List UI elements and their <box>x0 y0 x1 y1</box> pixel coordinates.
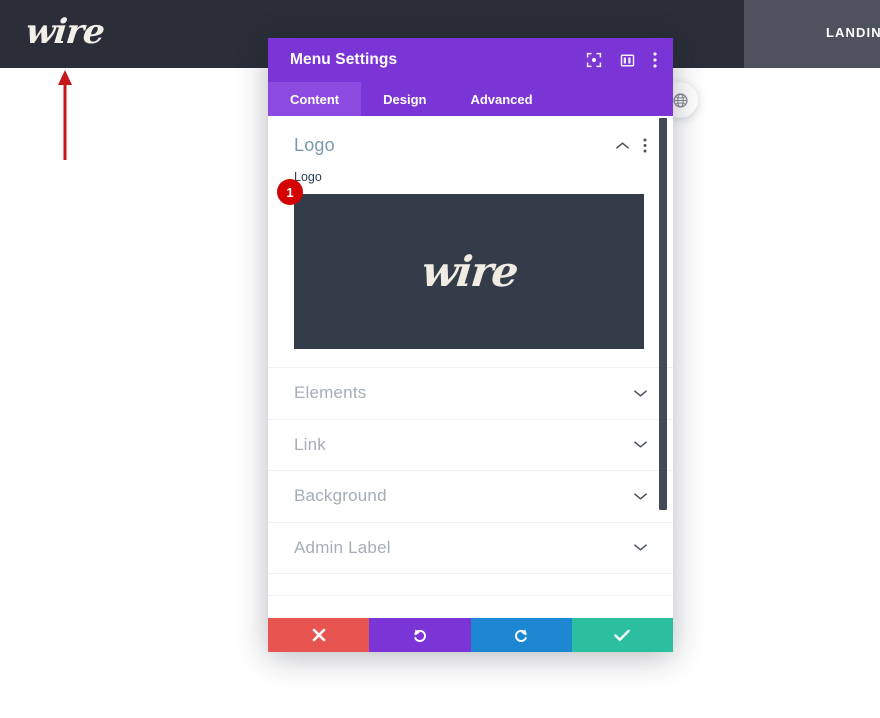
logo-preview-text: wire <box>418 247 520 296</box>
undo-button[interactable] <box>369 618 471 652</box>
section-admin-label[interactable]: Admin Label <box>268 523 673 574</box>
modal-titlebar: Menu Settings <box>268 38 673 82</box>
modal-title: Menu Settings <box>290 51 398 68</box>
section-logo-title: Logo <box>294 134 335 155</box>
logo-field-label: Logo <box>294 170 322 184</box>
chevron-down-icon[interactable] <box>634 492 647 501</box>
tab-content[interactable]: Content <box>268 82 362 116</box>
step-badge-1: 1 <box>277 179 303 205</box>
chevron-down-icon[interactable] <box>634 440 647 449</box>
focus-icon[interactable] <box>586 52 602 68</box>
nav-item-landing[interactable]: LANDIN <box>826 25 880 40</box>
layout-panel-icon[interactable] <box>620 53 635 68</box>
section-link[interactable]: Link <box>268 420 673 471</box>
chevron-down-icon[interactable] <box>634 389 647 398</box>
section-elements[interactable]: Elements <box>268 368 673 420</box>
modal-body: Logo Logo 1 wire Elements Link Backgroun… <box>268 116 673 618</box>
site-logo[interactable]: wire <box>24 12 106 52</box>
modal-tabs: Content Design Advanced <box>268 82 673 116</box>
cancel-button[interactable] <box>268 618 370 652</box>
annotation-arrow-up <box>58 70 72 160</box>
section-logo-controls <box>616 138 647 153</box>
modal-footer <box>268 618 673 652</box>
save-button[interactable] <box>571 618 673 652</box>
chevron-down-icon[interactable] <box>634 543 647 552</box>
section-logo-header[interactable]: Logo <box>294 130 647 160</box>
modal-title-icons <box>586 52 657 68</box>
check-icon <box>614 629 631 641</box>
modal-scrollbar[interactable] <box>659 118 667 510</box>
undo-icon <box>414 629 427 642</box>
chevron-up-icon[interactable] <box>616 141 629 150</box>
close-icon <box>312 628 325 642</box>
section-row-partial <box>268 574 673 596</box>
logo-image-preview[interactable]: 1 wire <box>277 179 644 349</box>
globe-icon <box>672 92 688 108</box>
section-background[interactable]: Background <box>268 471 673 523</box>
tab-design[interactable]: Design <box>361 82 448 116</box>
section-more-vertical-icon[interactable] <box>643 138 647 153</box>
section-logo: Logo Logo 1 wire <box>268 116 673 368</box>
redo-button[interactable] <box>470 618 572 652</box>
section-link-title: Link <box>294 434 326 454</box>
section-elements-title: Elements <box>294 383 367 403</box>
menu-settings-modal: Menu Settings Content Design Advanced Lo… <box>268 38 673 652</box>
redo-icon <box>514 629 527 642</box>
section-admin-label-title: Admin Label <box>294 537 391 557</box>
section-background-title: Background <box>294 486 387 506</box>
page-root: wire LANDIN Menu Settings Content Design… <box>0 0 880 718</box>
more-vertical-icon[interactable] <box>653 52 657 68</box>
tab-advanced[interactable]: Advanced <box>448 82 554 116</box>
